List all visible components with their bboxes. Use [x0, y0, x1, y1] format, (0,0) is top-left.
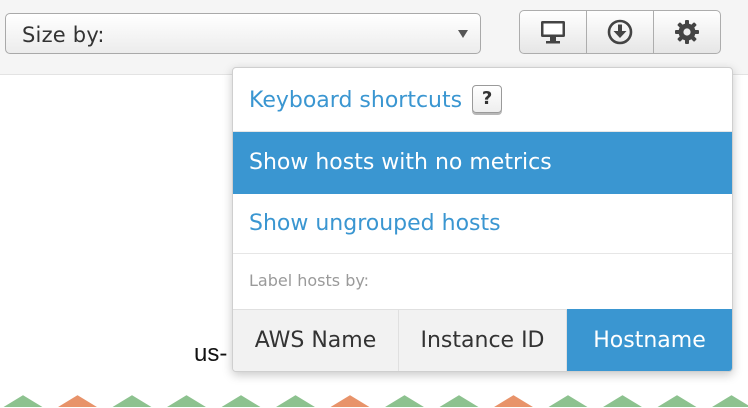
host-hexagon[interactable]: [161, 392, 212, 408]
host-hexagon[interactable]: [543, 392, 593, 408]
host-hexagon[interactable]: [434, 392, 484, 408]
size-by-select[interactable]: Size by:: [5, 13, 481, 54]
menu-item-keyboard-shortcuts[interactable]: Keyboard shortcuts?: [233, 70, 732, 132]
host-hexagon[interactable]: [706, 392, 748, 408]
host-hexagon-map: [0, 392, 748, 408]
show-ungrouped-label: Show ungrouped hosts: [249, 211, 501, 236]
label-option-aws-name[interactable]: AWS Name: [233, 309, 399, 371]
host-hexagon[interactable]: [0, 392, 48, 408]
host-hexagon[interactable]: [52, 392, 103, 408]
toolbar: Size by:: [0, 0, 748, 75]
host-hexagon[interactable]: [379, 392, 430, 408]
menu-item-show-ungrouped-hosts[interactable]: Show ungrouped hosts: [233, 194, 732, 254]
monitor-button[interactable]: [519, 10, 587, 54]
host-hexagon[interactable]: [652, 392, 702, 408]
host-hexagon[interactable]: [597, 392, 648, 408]
download-button[interactable]: [586, 10, 654, 54]
gear-icon: [675, 20, 699, 44]
host-hexagon[interactable]: [325, 392, 375, 408]
host-group-label: us-: [194, 340, 228, 367]
host-hexagon[interactable]: [107, 392, 157, 408]
download-icon: [607, 19, 633, 45]
label-hosts-by-heading: Label hosts by:: [249, 271, 370, 290]
host-hexagon[interactable]: [488, 392, 539, 408]
settings-button[interactable]: [653, 10, 721, 54]
settings-dropdown-menu: Keyboard shortcuts? Show hosts with no m…: [232, 67, 733, 372]
keyboard-key-badge: ?: [472, 85, 503, 113]
label-option-instance-id[interactable]: Instance ID: [399, 309, 567, 371]
menu-item-show-hosts-no-metrics[interactable]: Show hosts with no metrics: [233, 132, 732, 194]
host-hexagon[interactable]: [216, 392, 266, 408]
size-by-label: Size by:: [22, 23, 105, 47]
keyboard-shortcuts-label: Keyboard shortcuts: [249, 88, 463, 113]
show-no-metrics-label: Show hosts with no metrics: [249, 150, 552, 175]
chevron-down-icon: [458, 30, 468, 38]
monitor-icon: [541, 21, 565, 44]
host-hexagon[interactable]: [270, 392, 321, 408]
label-option-hostname[interactable]: Hostname: [567, 309, 732, 371]
host-hexagons: [0, 392, 748, 408]
